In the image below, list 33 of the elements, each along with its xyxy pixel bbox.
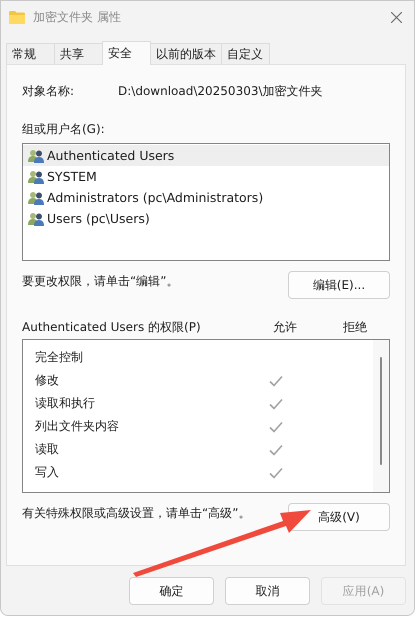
- permission-name: 列出文件夹内容: [35, 418, 120, 435]
- users-icon: [28, 190, 44, 204]
- object-path: D:\download\20250303\加密文件夹: [118, 83, 323, 100]
- users-icon: [28, 148, 44, 162]
- tab[interactable]: 常规: [6, 43, 55, 64]
- user-list-item[interactable]: Users (pc\Users): [23, 208, 389, 229]
- dialog-button[interactable]: 取消: [225, 577, 310, 605]
- permission-name: 读取: [35, 441, 60, 458]
- permission-name: 完全控制: [35, 349, 84, 366]
- close-icon[interactable]: [391, 12, 402, 22]
- edit-hint: 要更改权限，请单击“编辑”。: [22, 273, 178, 290]
- permission-name: 写入: [35, 464, 60, 481]
- users-icon: [28, 170, 44, 184]
- permission-name: 修改: [35, 372, 60, 389]
- window-title: 加密文件夹 属性: [33, 8, 122, 26]
- user-list-item[interactable]: Authenticated Users: [23, 145, 389, 166]
- advanced-hint: 有关特殊权限或高级设置，请单击“高级”。: [22, 505, 250, 522]
- dialog-button[interactable]: 确定: [129, 577, 214, 605]
- group-list-label: 组或用户名(G):: [22, 121, 106, 138]
- folder-icon: [9, 10, 25, 24]
- users-icon: [28, 212, 44, 226]
- advanced-button[interactable]: 高级(V): [288, 503, 390, 531]
- allow-column-header: 允许: [272, 319, 298, 336]
- edit-button[interactable]: 编辑(E)...: [288, 271, 390, 299]
- permission-name: 读取和执行: [35, 395, 96, 412]
- user-list-item[interactable]: SYSTEM: [23, 166, 389, 187]
- permissions-title: Authenticated Users 的权限(P): [22, 319, 202, 336]
- tab[interactable]: 自定义: [221, 43, 270, 64]
- deny-column-header: 拒绝: [342, 319, 368, 336]
- user-list-item[interactable]: Administrators (pc\Administrators): [23, 187, 389, 208]
- object-name-label: 对象名称:: [22, 83, 76, 100]
- tab[interactable]: 安全: [102, 41, 151, 65]
- scrollbar-thumb[interactable]: [380, 357, 382, 465]
